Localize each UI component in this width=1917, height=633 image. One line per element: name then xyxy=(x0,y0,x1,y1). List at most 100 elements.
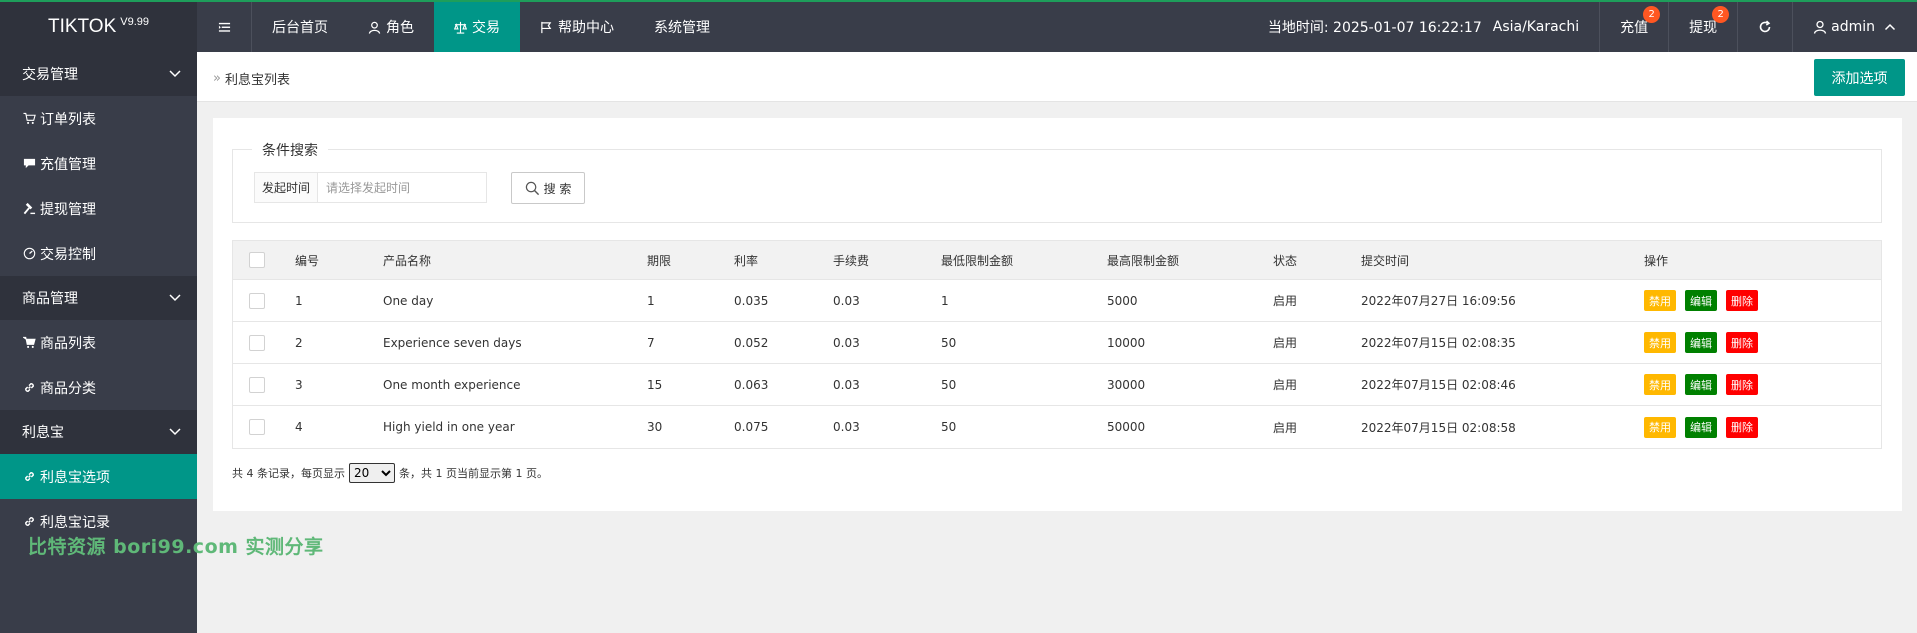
disable-button[interactable]: 禁用 xyxy=(1644,416,1676,438)
sidebar-item-label: 利息宝记录 xyxy=(40,514,110,531)
app-version: V9.99 xyxy=(120,16,150,28)
cell-min: 50 xyxy=(941,335,957,350)
edit-button[interactable]: 编辑 xyxy=(1685,416,1717,438)
sidebar-item-recharge[interactable]: 充值管理 xyxy=(0,141,197,186)
delete-button[interactable]: 删除 xyxy=(1726,416,1758,438)
interest-table: 编号 产品名称 期限 利率 手续费 最低限制金额 最高限制金额 状态 提交时间 … xyxy=(232,240,1882,449)
cell-status: 启用 xyxy=(1273,336,1298,350)
withdraw-badge: 2 xyxy=(1712,6,1730,23)
scale-icon xyxy=(454,21,467,34)
nav-help-label: 帮助中心 xyxy=(558,20,614,36)
delete-button[interactable]: 删除 xyxy=(1726,290,1758,311)
cell-name: One month experience xyxy=(383,377,521,392)
nav-trade-label: 交易 xyxy=(472,20,500,36)
cell-time: 2022年07月27日 16:09:56 xyxy=(1361,294,1516,308)
header-min: 最低限制金额 xyxy=(941,253,1014,268)
cell-fee: 0.03 xyxy=(833,420,860,434)
sidebar-item-goods-list[interactable]: 商品列表 xyxy=(0,320,197,365)
user-menu[interactable]: admin xyxy=(1792,2,1917,52)
withdraw-button[interactable]: 提现 2 xyxy=(1668,2,1737,52)
nav-system[interactable]: 系统管理 xyxy=(634,2,730,52)
date-label: 发起时间 xyxy=(254,172,319,203)
search-fieldset: 条件搜索 发起时间 请选择发起时间 搜 索 xyxy=(232,140,1882,223)
cell-status: 启用 xyxy=(1273,378,1298,392)
link-icon xyxy=(23,470,36,483)
search-button-label: 搜 索 xyxy=(543,181,572,196)
header-rate: 利率 xyxy=(734,253,759,268)
refresh-button[interactable] xyxy=(1737,2,1792,52)
select-all-checkbox[interactable] xyxy=(249,252,265,268)
cell-time: 2022年07月15日 02:08:58 xyxy=(1361,420,1516,435)
sidebar-group-goods[interactable]: 商品管理 xyxy=(0,276,197,320)
disable-button[interactable]: 禁用 xyxy=(1644,290,1676,311)
gavel-icon xyxy=(23,202,36,215)
header-max: 最高限制金额 xyxy=(1107,253,1180,268)
sidebar-item-orders[interactable]: 订单列表 xyxy=(0,96,197,141)
header-status: 状态 xyxy=(1273,253,1298,268)
nav-home[interactable]: 后台首页 xyxy=(252,2,348,52)
nav-role-label: 角色 xyxy=(386,20,414,36)
row-actions: 禁用 编辑 删除 xyxy=(1644,332,1881,353)
sidebar-group-label: 商品管理 xyxy=(22,291,78,307)
cell-rate: 0.052 xyxy=(734,335,769,350)
chevron-down-icon xyxy=(169,70,181,78)
header-name: 产品名称 xyxy=(383,253,432,268)
watermark: 比特资源 bori99.com 实测分享 xyxy=(28,536,324,558)
delete-button[interactable]: 删除 xyxy=(1726,332,1758,353)
cell-name: Experience seven days xyxy=(383,335,522,350)
cell-name: High yield in one year xyxy=(383,420,515,434)
header-id: 编号 xyxy=(295,253,320,268)
chevron-up-icon xyxy=(1884,23,1896,31)
sidebar-group-trade[interactable]: 交易管理 xyxy=(0,52,197,96)
pager-prefix: 共 4 条记录，每页显示 xyxy=(232,467,345,480)
sidebar-item-goods-category[interactable]: 商品分类 xyxy=(0,365,197,410)
chevron-down-icon xyxy=(169,294,181,302)
row-checkbox[interactable] xyxy=(249,334,265,351)
user-icon xyxy=(1813,20,1827,34)
disable-button[interactable]: 禁用 xyxy=(1644,374,1676,395)
edit-button[interactable]: 编辑 xyxy=(1685,290,1717,311)
sidebar-item-interest-options[interactable]: 利息宝选项 xyxy=(0,454,197,499)
sidebar-item-trade-control[interactable]: 交易控制 xyxy=(0,231,197,276)
cell-status: 启用 xyxy=(1273,420,1298,435)
cart-icon xyxy=(23,336,36,349)
refresh-icon xyxy=(1759,20,1771,33)
cell-fee: 0.03 xyxy=(833,293,860,308)
edit-button[interactable]: 编辑 xyxy=(1685,374,1717,395)
row-checkbox[interactable] xyxy=(249,292,265,309)
cell-min: 50 xyxy=(941,377,957,392)
sidebar-item-withdraw[interactable]: 提现管理 xyxy=(0,186,197,231)
cell-term: 30 xyxy=(647,420,663,434)
link-icon xyxy=(23,381,36,394)
recharge-button[interactable]: 充值 2 xyxy=(1599,2,1668,52)
chevron-down-icon xyxy=(169,428,181,436)
pager-suffix: 条，共 1 页当前显示第 1 页。 xyxy=(399,467,548,480)
date-input[interactable]: 请选择发起时间 xyxy=(318,172,488,203)
date-filter: 发起时间 请选择发起时间 xyxy=(254,172,488,203)
menu-icon xyxy=(218,22,231,32)
menu-toggle-button[interactable] xyxy=(197,2,252,52)
app-logo[interactable]: TIKTOK V9.99 xyxy=(0,2,197,52)
row-checkbox[interactable] xyxy=(249,376,265,393)
disable-button[interactable]: 禁用 xyxy=(1644,332,1676,353)
page-size-select[interactable]: 20 xyxy=(349,463,395,483)
nav-help[interactable]: 帮助中心 xyxy=(520,2,634,52)
sidebar-group-label: 交易管理 xyxy=(22,67,78,83)
cell-max: 5000 xyxy=(1107,293,1138,308)
top-bar: TIKTOK V9.99 后台首页 角色 交易 帮助中心 系统管理 当地时间: 2… xyxy=(0,0,1917,52)
table-row: 1 One day 1 0.035 0.03 1 5000 启用 2022年07… xyxy=(233,280,1881,322)
table-row: 4 High yield in one year 30 0.075 0.03 5… xyxy=(233,406,1881,448)
cell-id: 2 xyxy=(295,335,303,350)
edit-button[interactable]: 编辑 xyxy=(1685,332,1717,353)
recharge-label: 充值 xyxy=(1620,20,1649,36)
add-option-button[interactable]: 添加选项 xyxy=(1814,59,1905,96)
nav-trade[interactable]: 交易 xyxy=(434,2,520,52)
cell-rate: 0.035 xyxy=(734,293,769,308)
delete-button[interactable]: 删除 xyxy=(1726,374,1758,395)
nav-role[interactable]: 角色 xyxy=(348,2,434,52)
row-actions: 禁用 编辑 删除 xyxy=(1644,290,1881,311)
search-button[interactable]: 搜 索 xyxy=(511,172,585,204)
row-checkbox[interactable] xyxy=(249,419,265,435)
sidebar-group-interest[interactable]: 利息宝 xyxy=(0,410,197,454)
header-term: 期限 xyxy=(647,253,672,268)
